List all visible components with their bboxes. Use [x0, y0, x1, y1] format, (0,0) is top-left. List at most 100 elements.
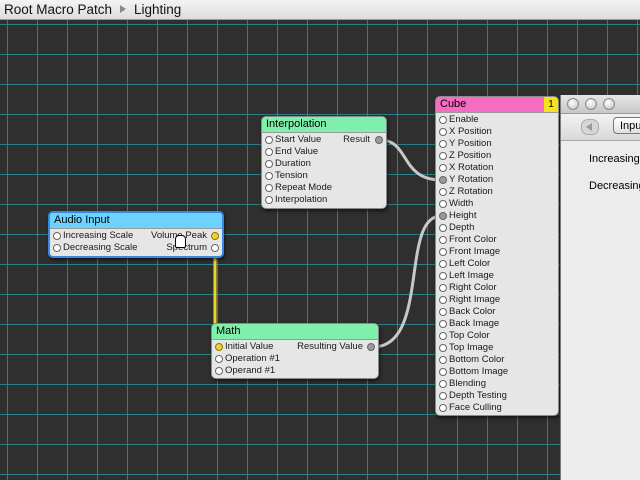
input-port-icon[interactable]	[439, 380, 447, 388]
port-row[interactable]: Initial Value Resulting Value	[212, 341, 378, 353]
port-label: Top Color	[449, 330, 490, 341]
input-port-icon[interactable]	[439, 404, 447, 412]
patch-title[interactable]: Interpolation	[262, 117, 386, 133]
port-label: Operation #1	[225, 353, 280, 364]
output-port-icon[interactable]	[211, 232, 219, 240]
patch-title[interactable]: Cube 1	[436, 97, 558, 113]
input-port-icon[interactable]	[439, 212, 447, 220]
input-port-icon[interactable]	[439, 188, 447, 196]
window-zoom-icon[interactable]	[603, 98, 615, 110]
port-label: Initial Value	[225, 341, 274, 352]
patch-title[interactable]: Audio Input	[50, 213, 222, 229]
port-label: Decreasing Scale	[63, 242, 138, 253]
port-label: Y Position	[449, 138, 492, 149]
input-port-icon[interactable]	[439, 320, 447, 328]
cable-result-to-y-rotation[interactable]	[379, 138, 442, 182]
port-label: Operand #1	[225, 365, 276, 376]
port-label: Left Color	[449, 258, 491, 269]
port-label: Back Color	[449, 306, 496, 317]
input-port-icon[interactable]	[53, 232, 61, 240]
cable-resulting-value-to-height[interactable]	[372, 214, 442, 349]
inspector-toolbar: Input	[561, 114, 640, 141]
port-label: Depth Testing	[449, 390, 507, 401]
audio-input-patch[interactable]: Audio Input Increasing Scale Volume Peak…	[48, 211, 224, 258]
input-port-icon[interactable]	[439, 356, 447, 364]
port-label: X Position	[449, 126, 492, 137]
output-port-icon[interactable]	[211, 244, 219, 252]
hand-cursor-icon	[175, 235, 186, 248]
breadcrumb-separator-icon	[120, 5, 126, 13]
inspector-row-label: Increasing	[589, 153, 640, 165]
port-row[interactable]: Increasing Scale Volume Peak	[50, 230, 222, 242]
port-label: Bottom Image	[449, 366, 509, 377]
input-port-icon[interactable]	[53, 244, 61, 252]
input-port-icon[interactable]	[265, 160, 273, 168]
input-port-icon[interactable]	[439, 128, 447, 136]
window-close-icon[interactable]	[567, 98, 579, 110]
port-label: Z Position	[449, 150, 492, 161]
port-label: Left Image	[449, 270, 494, 281]
input-port-icon[interactable]	[439, 236, 447, 244]
port-label: Z Rotation	[449, 186, 493, 197]
port-label: X Rotation	[449, 162, 494, 173]
input-port-icon[interactable]	[439, 272, 447, 280]
port-label: Spectrum	[166, 242, 207, 253]
input-port-icon[interactable]	[439, 368, 447, 376]
math-patch[interactable]: Math Initial Value Resulting Value Opera…	[211, 323, 379, 379]
layer-badge: 1	[544, 97, 558, 112]
patch-editor-canvas[interactable]: Interpolation Start Value Result End Val…	[0, 20, 640, 480]
port-label: Start Value	[275, 134, 322, 145]
input-port-icon[interactable]	[439, 248, 447, 256]
port-label: Front Image	[449, 246, 501, 257]
input-popup-button[interactable]: Input	[613, 117, 640, 134]
patch-title-text: Cube	[440, 98, 467, 110]
input-port-icon[interactable]	[439, 392, 447, 400]
port-label: Top Image	[449, 342, 494, 353]
port-label: Right Color	[449, 282, 497, 293]
port-label: Right Image	[449, 294, 501, 305]
port-label: Tension	[275, 170, 308, 181]
output-port-icon[interactable]	[367, 343, 375, 351]
inspector-title-bar	[561, 95, 640, 114]
cube-patch[interactable]: Cube 1 Enable X Position Y Position Z Posit…	[435, 96, 559, 416]
port-label: Back Image	[449, 318, 500, 329]
port-label: Increasing Scale	[63, 230, 134, 241]
input-port-icon[interactable]	[439, 152, 447, 160]
port-label: Face Culling	[449, 402, 502, 413]
interpolation-patch[interactable]: Interpolation Start Value Result End Val…	[261, 116, 387, 209]
port-label: Blending	[449, 378, 486, 389]
window-minimize-icon[interactable]	[585, 98, 597, 110]
input-port-icon[interactable]	[439, 116, 447, 124]
input-port-icon[interactable]	[439, 176, 447, 184]
port-label: Enable	[449, 114, 479, 125]
port-row[interactable]: Decreasing Scale Spectrum	[50, 242, 222, 254]
input-port-icon[interactable]	[439, 140, 447, 148]
input-port-icon[interactable]	[439, 308, 447, 316]
input-port-icon[interactable]	[215, 367, 223, 375]
output-port-icon[interactable]	[375, 136, 383, 144]
input-port-icon[interactable]	[439, 344, 447, 352]
port-label: Bottom Color	[449, 354, 505, 365]
breadcrumb-current[interactable]: Lighting	[134, 2, 181, 17]
input-port-icon[interactable]	[265, 172, 273, 180]
input-port-icon[interactable]	[215, 355, 223, 363]
input-port-icon[interactable]	[439, 200, 447, 208]
input-port-icon[interactable]	[439, 296, 447, 304]
port-label: End Value	[275, 146, 319, 157]
input-port-icon[interactable]	[439, 332, 447, 340]
port-label: Front Color	[449, 234, 497, 245]
input-port-icon[interactable]	[265, 136, 273, 144]
back-button[interactable]	[581, 119, 599, 135]
patch-title[interactable]: Math	[212, 324, 378, 340]
input-port-icon[interactable]	[439, 224, 447, 232]
input-port-icon[interactable]	[439, 164, 447, 172]
input-port-icon[interactable]	[215, 343, 223, 351]
input-port-row[interactable]: Start Value Result	[262, 134, 386, 146]
input-port-icon[interactable]	[439, 260, 447, 268]
breadcrumb-root[interactable]: Root Macro Patch	[4, 2, 112, 17]
inspector-row-label: Decreasing	[589, 180, 640, 192]
input-port-icon[interactable]	[265, 148, 273, 156]
input-port-icon[interactable]	[265, 184, 273, 192]
input-port-icon[interactable]	[265, 196, 273, 204]
input-port-icon[interactable]	[439, 284, 447, 292]
